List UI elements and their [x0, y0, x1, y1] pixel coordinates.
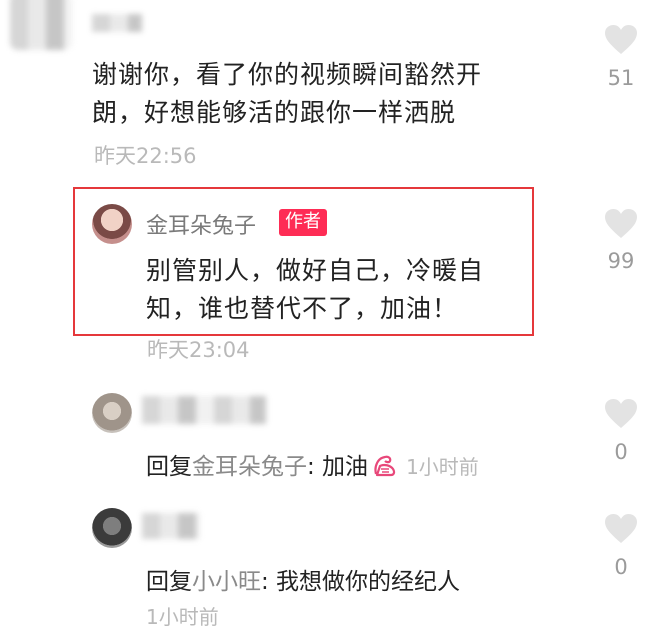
reply-to-name[interactable]: 小小旺 — [192, 569, 261, 595]
username-blurred[interactable] — [142, 396, 266, 424]
like-button[interactable] — [604, 208, 638, 244]
comment-time: 昨天22:56 — [94, 144, 197, 168]
reply-prefix: 回复 — [146, 569, 192, 595]
author-name[interactable]: 金耳朵兔子 — [146, 208, 256, 240]
reply-prefix: 回复 — [146, 454, 192, 480]
avatar[interactable] — [10, 0, 72, 50]
avatar[interactable] — [92, 508, 132, 548]
username-blurred[interactable] — [92, 14, 142, 32]
reply-text: 回复小小旺: 我想做你的经纪人 — [146, 562, 460, 596]
username-blurred[interactable] — [142, 513, 200, 539]
heart-icon — [605, 209, 637, 238]
avatar[interactable] — [92, 204, 132, 244]
avatar[interactable] — [92, 393, 132, 433]
reply-time: 1小时前 — [406, 455, 479, 479]
reply-to-name[interactable]: 金耳朵兔子 — [192, 454, 307, 480]
heart-icon — [605, 514, 637, 543]
like-count: 0 — [614, 440, 628, 464]
author-badge: 作者 — [279, 209, 327, 236]
heart-icon — [605, 399, 637, 428]
reply-body: : 我想做你的经纪人 — [261, 569, 461, 595]
like-button[interactable] — [604, 398, 638, 434]
heart-icon — [605, 25, 637, 54]
like-count: 99 — [607, 249, 635, 273]
reply-time: 1小时前 — [146, 605, 219, 629]
comment-text: 谢谢你，看了你的视频瞬间豁然开 朗，好想能够活的跟你一样洒脱 — [92, 60, 483, 127]
reply-text: 回复金耳朵兔子: 加油 1小时前 — [146, 447, 479, 484]
like-count: 0 — [614, 555, 628, 579]
flex-arm-emoji-icon — [372, 452, 400, 484]
reply-body: : 加油 — [307, 454, 369, 480]
comment-text: 别管别人，做好自己，冷暖自 知，谁也替代不了，加油！ — [146, 256, 485, 323]
like-count: 51 — [607, 66, 635, 90]
like-button[interactable] — [604, 24, 638, 60]
comment-time: 昨天23:04 — [147, 338, 250, 362]
like-button[interactable] — [604, 513, 638, 549]
